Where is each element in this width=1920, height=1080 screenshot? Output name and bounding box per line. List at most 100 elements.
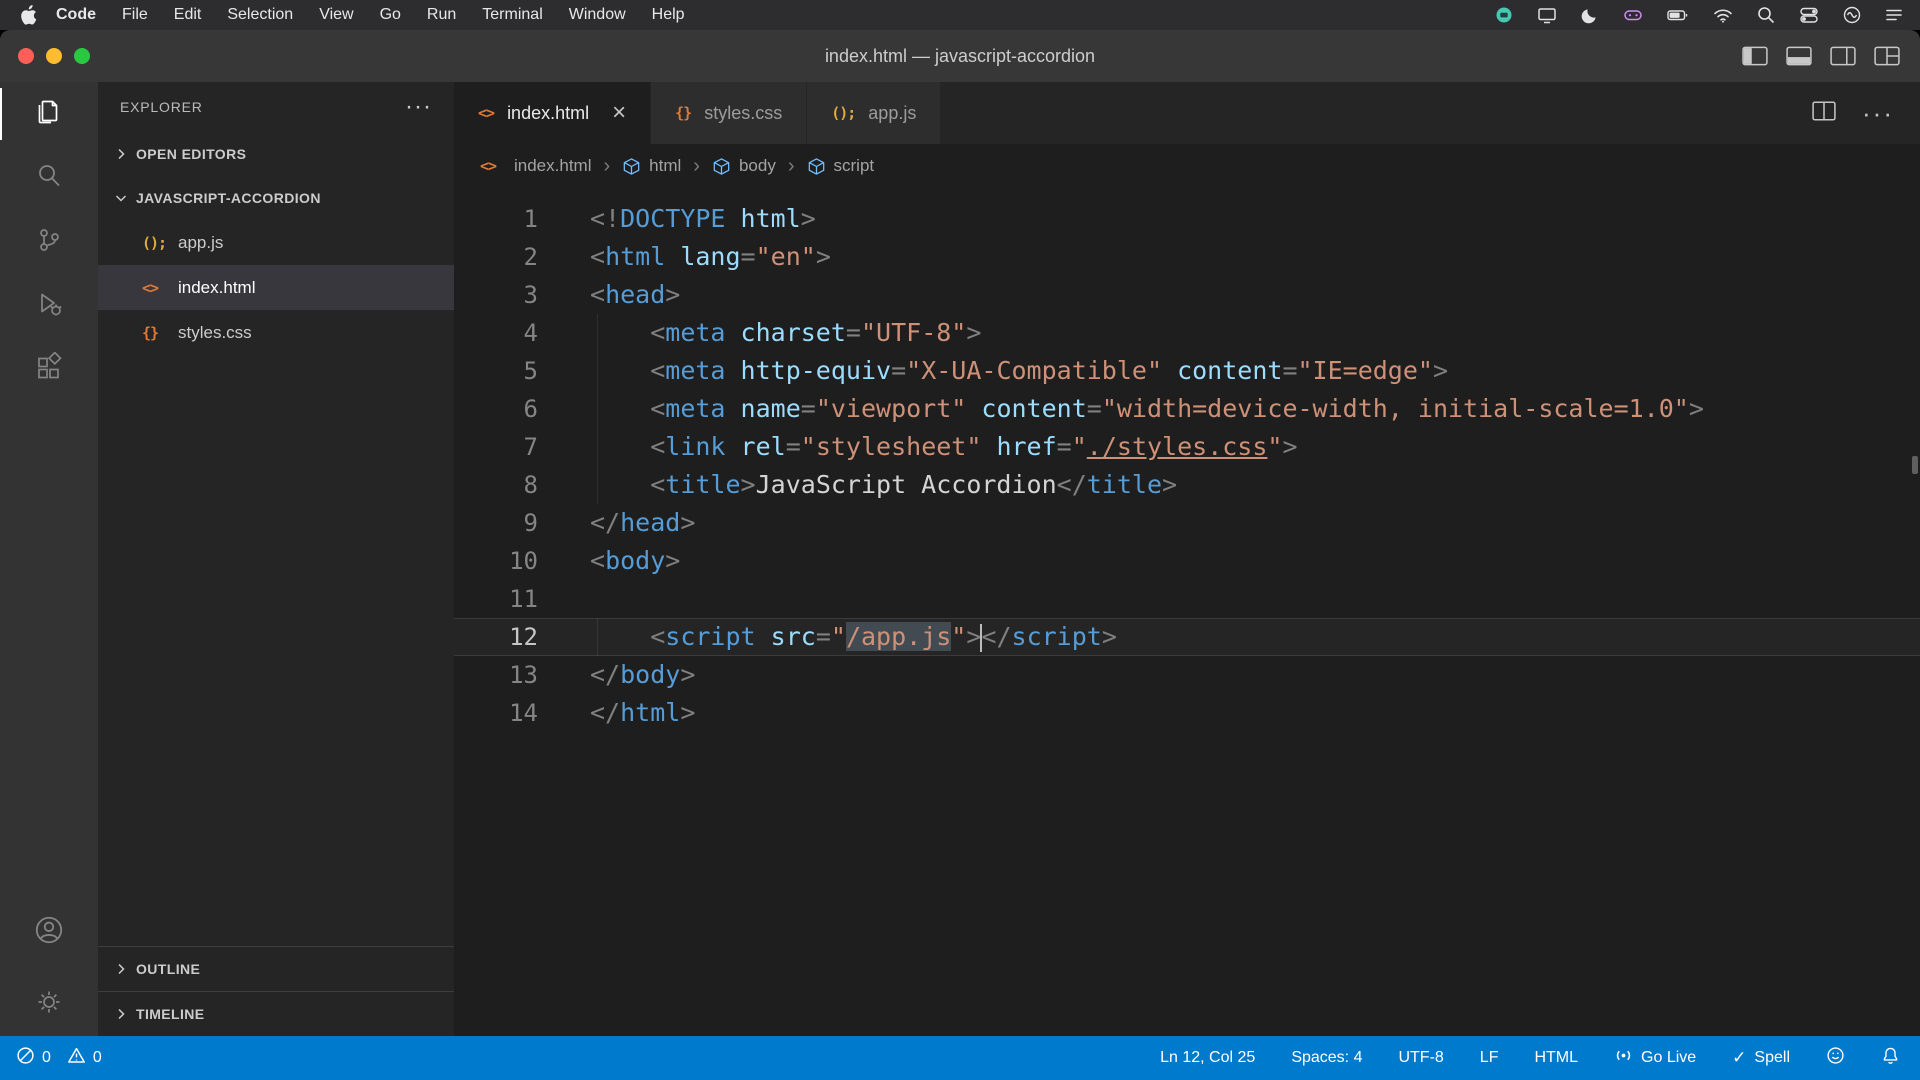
close-tab-icon[interactable]: × bbox=[612, 101, 626, 125]
menu-item-help[interactable]: Help bbox=[639, 6, 698, 24]
code-line-6[interactable]: 6 <meta name="viewport" content="width=d… bbox=[454, 390, 1920, 428]
code-line-2[interactable]: 2<html lang="en"> bbox=[454, 238, 1920, 276]
menu-list-icon[interactable] bbox=[1884, 5, 1904, 25]
code-line-13[interactable]: 13 </body> bbox=[454, 656, 1920, 694]
activitybar-search[interactable] bbox=[0, 146, 98, 210]
code-editor[interactable]: 1<!DOCTYPE html>2<html lang="en">3<head>… bbox=[454, 188, 1920, 1036]
line-content: <body> bbox=[590, 542, 680, 580]
toggle-panel-icon[interactable] bbox=[1786, 46, 1812, 66]
apple-menu-icon[interactable] bbox=[20, 5, 37, 25]
breadcrumb-item-body[interactable]: body bbox=[712, 156, 776, 176]
outline-section[interactable]: OUTLINE bbox=[98, 946, 454, 991]
wifi-icon[interactable] bbox=[1712, 4, 1734, 26]
explorer-more-actions-icon[interactable]: ··· bbox=[405, 102, 432, 112]
breadcrumb-item-index.html[interactable]: <>index.html bbox=[480, 156, 591, 176]
spotlight-search-icon[interactable] bbox=[1756, 5, 1776, 25]
line-number[interactable]: 9 bbox=[454, 504, 538, 542]
indentation-setting[interactable]: Spaces: 4 bbox=[1291, 1049, 1362, 1067]
breadcrumb: <>index.html›html›body›script bbox=[454, 144, 1920, 188]
breadcrumb-item-html[interactable]: html bbox=[622, 156, 681, 176]
editor-more-actions-icon[interactable]: ··· bbox=[1862, 108, 1894, 118]
eol-setting[interactable]: LF bbox=[1480, 1049, 1499, 1067]
code-line-12[interactable]: 12 <script src="/app.js"></script> bbox=[454, 618, 1920, 656]
code-line-1[interactable]: 1<!DOCTYPE html> bbox=[454, 200, 1920, 238]
go-live-button[interactable]: Go Live bbox=[1614, 1046, 1696, 1070]
code-line-3[interactable]: 3<head> bbox=[454, 276, 1920, 314]
menubar-items: CodeFileEditSelectionViewGoRunTerminalWi… bbox=[43, 6, 698, 24]
menu-item-file[interactable]: File bbox=[109, 6, 161, 24]
file-item-styles.css[interactable]: {}styles.css bbox=[98, 310, 454, 355]
file-item-index.html[interactable]: <>index.html bbox=[98, 265, 454, 310]
line-number[interactable]: 13 bbox=[454, 656, 538, 694]
customize-layout-icon[interactable] bbox=[1874, 46, 1900, 66]
spell-checker[interactable]: ✓ Spell bbox=[1732, 1048, 1790, 1068]
code-line-5[interactable]: 5 <meta http-equiv="X-UA-Compatible" con… bbox=[454, 352, 1920, 390]
activitybar-run-debug[interactable] bbox=[0, 274, 98, 338]
menu-item-selection[interactable]: Selection bbox=[214, 6, 306, 24]
activitybar-source-control[interactable] bbox=[0, 210, 98, 274]
line-number[interactable]: 3 bbox=[454, 276, 538, 314]
siri-icon[interactable] bbox=[1842, 5, 1862, 25]
activitybar-extensions[interactable] bbox=[0, 338, 98, 402]
activitybar-explorer[interactable] bbox=[0, 82, 98, 146]
encoding-setting[interactable]: UTF-8 bbox=[1398, 1049, 1443, 1067]
line-number[interactable]: 8 bbox=[454, 466, 538, 504]
notifications-button[interactable] bbox=[1881, 1046, 1900, 1070]
line-number[interactable]: 7 bbox=[454, 428, 538, 466]
line-number[interactable]: 6 bbox=[454, 390, 538, 428]
breadcrumb-item-script[interactable]: script bbox=[807, 156, 875, 176]
chevron-right-icon bbox=[114, 1007, 128, 1021]
code-line-4[interactable]: 4 <meta charset="UTF-8"> bbox=[454, 314, 1920, 352]
menu-item-terminal[interactable]: Terminal bbox=[469, 6, 555, 24]
tab-styles.css[interactable]: {}styles.css bbox=[651, 82, 807, 144]
problems-errors[interactable]: 0 bbox=[16, 1046, 51, 1070]
breadcrumb-label: body bbox=[739, 156, 776, 176]
line-number[interactable]: 4 bbox=[454, 314, 538, 352]
feedback-button[interactable] bbox=[1826, 1046, 1845, 1070]
line-content: </body> bbox=[590, 656, 695, 694]
file-item-app.js[interactable]: ();app.js bbox=[98, 220, 454, 265]
menu-item-code[interactable]: Code bbox=[43, 6, 109, 24]
open-editors-section[interactable]: OPEN EDITORS bbox=[98, 132, 454, 176]
line-number[interactable]: 14 bbox=[454, 694, 538, 732]
cursor-position[interactable]: Ln 12, Col 25 bbox=[1160, 1049, 1255, 1067]
split-editor-icon[interactable] bbox=[1812, 101, 1836, 126]
focus-moon-icon[interactable] bbox=[1580, 5, 1600, 25]
tab-app.js[interactable]: ();app.js bbox=[807, 82, 941, 144]
toggle-secondary-sidebar-icon[interactable] bbox=[1830, 46, 1856, 66]
code-line-7[interactable]: 7 <link rel="stylesheet" href="./styles.… bbox=[454, 428, 1920, 466]
sidebar-bottom-sections: OUTLINE TIMELINE bbox=[98, 946, 454, 1036]
timeline-section[interactable]: TIMELINE bbox=[98, 991, 454, 1036]
control-center-icon[interactable] bbox=[1798, 4, 1820, 26]
problems-warnings[interactable]: 0 bbox=[67, 1046, 102, 1070]
titlebar[interactable]: index.html — javascript-accordion bbox=[0, 30, 1920, 82]
code-line-11[interactable]: 11 bbox=[454, 580, 1920, 618]
code-line-8[interactable]: 8 <title>JavaScript Accordion</title> bbox=[454, 466, 1920, 504]
display-icon[interactable] bbox=[1536, 4, 1558, 26]
recording-indicator-icon[interactable] bbox=[1494, 5, 1514, 25]
activitybar-settings[interactable] bbox=[0, 972, 98, 1036]
battery-icon[interactable] bbox=[1666, 4, 1690, 26]
line-number[interactable]: 2 bbox=[454, 238, 538, 276]
line-number[interactable]: 1 bbox=[454, 200, 538, 238]
code-line-14[interactable]: 14</html> bbox=[454, 694, 1920, 732]
menu-item-go[interactable]: Go bbox=[367, 6, 414, 24]
language-mode[interactable]: HTML bbox=[1534, 1049, 1578, 1067]
menu-item-run[interactable]: Run bbox=[414, 6, 469, 24]
activitybar-accounts[interactable] bbox=[0, 900, 98, 964]
workspace-label: JAVASCRIPT-ACCORDION bbox=[136, 190, 321, 206]
code-line-10[interactable]: 10 <body> bbox=[454, 542, 1920, 580]
workspace-section[interactable]: JAVASCRIPT-ACCORDION bbox=[98, 176, 454, 220]
line-number[interactable]: 12 bbox=[454, 618, 538, 656]
line-number[interactable]: 5 bbox=[454, 352, 538, 390]
tab-label: app.js bbox=[868, 103, 916, 124]
menu-item-edit[interactable]: Edit bbox=[161, 6, 215, 24]
toggle-primary-sidebar-icon[interactable] bbox=[1742, 46, 1768, 66]
line-number[interactable]: 10 bbox=[454, 542, 538, 580]
tab-index.html[interactable]: <>index.html× bbox=[454, 82, 651, 144]
menu-item-view[interactable]: View bbox=[306, 6, 366, 24]
game-controller-icon[interactable] bbox=[1622, 4, 1644, 26]
line-number[interactable]: 11 bbox=[454, 580, 538, 618]
menu-item-window[interactable]: Window bbox=[556, 6, 639, 24]
code-line-9[interactable]: 9</head> bbox=[454, 504, 1920, 542]
